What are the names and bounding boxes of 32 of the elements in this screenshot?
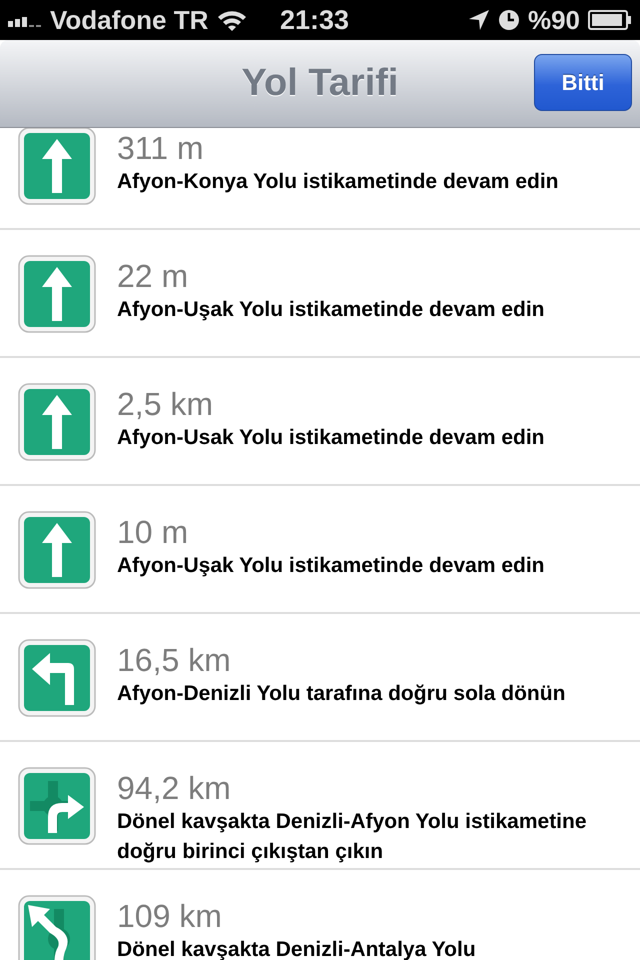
- done-button[interactable]: Bitti: [534, 54, 632, 111]
- direction-row[interactable]: 109 km Dönel kavşakta Denizli-Antalya Yolu: [0, 870, 640, 960]
- step-instruction: Afyon-Uşak Yolu istikametinde devam edin: [117, 297, 546, 323]
- direction-row[interactable]: 16,5 km Afyon-Denizli Yolu tarafına doğru sola dönün: [0, 614, 640, 742]
- step-distance: 2,5 km: [117, 385, 214, 423]
- direction-row[interactable]: 22 m Afyon-Uşak Yolu istikametinde devam edin: [0, 230, 640, 358]
- step-distance: 10 m: [117, 513, 190, 551]
- status-time: 21:33: [280, 4, 350, 36]
- direction-row[interactable]: 10 m Afyon-Uşak Yolu istikametinde devam edin: [0, 486, 640, 614]
- step-instruction: Dönel kavşakta Denizli-Antalya Yolu: [117, 937, 477, 960]
- battery-icon: [588, 9, 632, 31]
- direction-row[interactable]: 2,5 km Afyon-Usak Yolu istikametinde devam edin: [0, 358, 640, 486]
- step-instruction: Afyon-Uşak Yolu istikametinde devam edin: [117, 553, 546, 579]
- step-distance: 94,2 km: [117, 769, 232, 807]
- step-distance: 22 m: [117, 257, 190, 295]
- step-instruction: Afyon-Denizli Yolu tarafına doğru sola dönün: [117, 681, 566, 707]
- step-instruction: Afyon-Konya Yolu istikametinde devam edin: [117, 169, 560, 195]
- clock-icon: [498, 9, 520, 31]
- nav-title: Yol Tarifi: [242, 62, 398, 105]
- step-instruction: Dönel kavşakta Denizli-Afyon Yolu istikametine doğru birinci çıkıştan çıkın: [117, 809, 588, 865]
- step-distance: 311 m: [117, 129, 205, 167]
- step-distance: 16,5 km: [117, 641, 232, 679]
- left-turn-icon: [18, 639, 96, 717]
- roundabout-right-icon: [18, 767, 96, 845]
- step-instruction: Afyon-Usak Yolu istikametinde devam edin: [117, 425, 546, 451]
- battery-percent: %90: [528, 4, 580, 36]
- direction-row[interactable]: 311 m Afyon-Konya Yolu istikametinde devam edin: [0, 128, 640, 230]
- location-arrow-icon: [468, 9, 490, 31]
- carrier-name: Vodafone TR: [50, 4, 208, 36]
- step-distance: 109 km: [117, 897, 223, 935]
- straight-arrow-icon: [18, 128, 96, 205]
- direction-row[interactable]: 94,2 km Dönel kavşakta Denizli-Afyon Yolu istikametine doğru birinci çıkıştan çıkın: [0, 742, 640, 870]
